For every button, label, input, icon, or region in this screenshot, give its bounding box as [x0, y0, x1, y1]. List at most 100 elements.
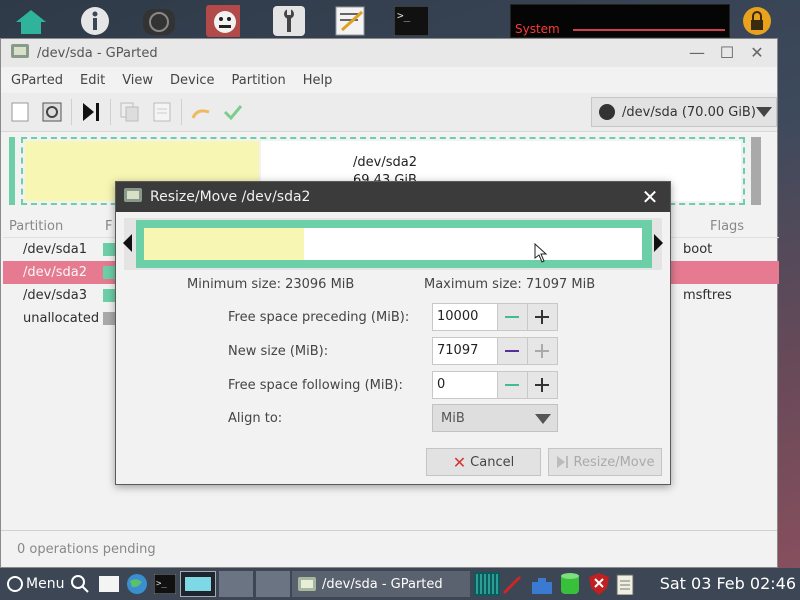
- plus-icon: [535, 378, 550, 392]
- browser-globe-icon[interactable]: [126, 572, 148, 596]
- chevron-down-icon: [535, 414, 551, 424]
- storage-drive-icon[interactable]: [560, 572, 580, 596]
- row-partition-name: /dev/sda3: [23, 288, 87, 303]
- window-titlebar[interactable]: /dev/sda - GParted — ☐ ✕: [1, 39, 777, 67]
- menu-logo-icon: [7, 576, 23, 592]
- svg-text:>_: >_: [397, 9, 411, 22]
- resize-partition-bar[interactable]: [136, 220, 652, 268]
- taskbar-task-gparted[interactable]: /dev/sda - GParted: [292, 571, 470, 597]
- terminal-taskbar-icon[interactable]: >_: [154, 572, 176, 596]
- disk-app-icon[interactable]: [142, 6, 176, 36]
- toolbar-separator: [110, 99, 111, 125]
- newsize-label: New size (MiB):: [228, 344, 329, 359]
- clock[interactable]: Sat 03 Feb 02:46: [660, 572, 796, 596]
- workspace-3[interactable]: [256, 571, 290, 597]
- menu-view[interactable]: View: [112, 73, 160, 88]
- preceding-input[interactable]: 10000: [433, 304, 497, 330]
- diskmap-partition-sda1[interactable]: [9, 137, 15, 205]
- system-monitor-label: System: [515, 22, 560, 36]
- settings-wrench-icon[interactable]: [272, 6, 306, 36]
- resize-move-button[interactable]: Resize/Move: [548, 448, 662, 476]
- diskmap-part-name: /dev/sda2: [353, 155, 417, 170]
- files-icon[interactable]: [98, 572, 120, 596]
- diskmap-unallocated[interactable]: [751, 137, 761, 205]
- resize-track[interactable]: [123, 218, 663, 270]
- delete-partition-icon[interactable]: [39, 99, 65, 125]
- resize-handle-right-icon[interactable]: [654, 234, 663, 252]
- preceding-increment-button[interactable]: [526, 304, 557, 330]
- column-partition[interactable]: Partition: [9, 219, 101, 234]
- row-fs-swatch: [103, 266, 115, 279]
- undo-icon[interactable]: [188, 99, 214, 125]
- network-icon[interactable]: [530, 572, 554, 596]
- preceding-spinbox[interactable]: 10000: [432, 303, 558, 331]
- align-label: Align to:: [228, 411, 283, 426]
- row-flags: msftres: [683, 288, 732, 303]
- workspace-2[interactable]: [219, 571, 253, 597]
- gparted-task-icon: [298, 577, 316, 591]
- plus-icon: [535, 344, 550, 358]
- newsize-increment-button[interactable]: [526, 338, 557, 364]
- menu-device[interactable]: Device: [160, 73, 221, 88]
- clipboard-icon[interactable]: [616, 572, 634, 596]
- terminal-icon[interactable]: >_: [394, 6, 428, 36]
- shield-icon[interactable]: [588, 572, 610, 596]
- home-icon[interactable]: [14, 6, 48, 36]
- resize-handle-left-icon[interactable]: [123, 234, 132, 252]
- preceding-decrement-button[interactable]: [496, 304, 527, 330]
- device-selector-value: /dev/sda (70.00 GiB): [622, 104, 756, 120]
- menu-partition[interactable]: Partition: [222, 73, 293, 88]
- following-increment-button[interactable]: [526, 372, 557, 398]
- resize-move-icon[interactable]: [78, 99, 104, 125]
- app-icon: [11, 44, 29, 62]
- status-bar: 0 operations pending: [1, 530, 777, 567]
- resize-move-icon: [556, 456, 568, 468]
- info-icon[interactable]: [78, 6, 112, 36]
- dialog-titlebar[interactable]: Resize/Move /dev/sda2 ✕: [116, 182, 670, 212]
- network-graph-icon: [474, 572, 500, 596]
- lock-icon[interactable]: [740, 6, 774, 36]
- toolbar: /dev/sda (70.00 GiB): [1, 93, 777, 132]
- copy-icon[interactable]: [117, 99, 143, 125]
- paste-icon[interactable]: [149, 99, 175, 125]
- workspace-window-thumb: [184, 576, 212, 592]
- gparted-launcher-icon[interactable]: [206, 5, 240, 37]
- newsize-input[interactable]: 71097: [433, 338, 497, 364]
- min-size-label: Minimum size: 23096 MiB: [187, 277, 355, 292]
- minimize-icon[interactable]: —: [687, 43, 707, 63]
- cancel-button[interactable]: ✕ Cancel: [426, 448, 541, 476]
- menu-edit[interactable]: Edit: [70, 73, 112, 88]
- dialog-title: Resize/Move /dev/sda2: [150, 189, 311, 205]
- text-editor-icon[interactable]: [334, 6, 368, 36]
- newsize-decrement-button[interactable]: [496, 338, 527, 364]
- align-combo[interactable]: MiB: [432, 404, 558, 432]
- minus-icon: [505, 384, 520, 386]
- row-partition-name: unallocated: [23, 311, 100, 326]
- menu-bar: GParted Edit View Device Partition Help: [1, 67, 777, 93]
- following-spinbox[interactable]: 0: [432, 371, 558, 399]
- toolbar-separator: [71, 99, 72, 125]
- row-partition-name: /dev/sda1: [23, 242, 87, 257]
- column-filesystem[interactable]: F: [105, 219, 112, 234]
- following-input[interactable]: 0: [433, 372, 497, 398]
- following-decrement-button[interactable]: [496, 372, 527, 398]
- menu-gparted[interactable]: GParted: [1, 73, 70, 88]
- pen-tool-icon[interactable]: [502, 572, 524, 596]
- new-partition-icon[interactable]: [7, 99, 33, 125]
- menu-button[interactable]: Menu: [4, 572, 64, 596]
- row-fs-swatch: [103, 312, 115, 325]
- newsize-spinbox[interactable]: 71097: [432, 337, 558, 365]
- apply-icon[interactable]: [220, 99, 246, 125]
- window-close-icon[interactable]: ✕: [747, 43, 767, 63]
- device-selector[interactable]: /dev/sda (70.00 GiB): [591, 97, 777, 127]
- maximize-icon[interactable]: ☐: [717, 43, 737, 63]
- align-value: MiB: [441, 410, 465, 426]
- search-icon[interactable]: [70, 572, 90, 596]
- system-monitor-widget: System: [510, 4, 730, 38]
- desktop-launcher-bar: >_ System: [0, 0, 800, 40]
- column-flags[interactable]: Flags: [710, 219, 744, 234]
- workspace-1[interactable]: [180, 571, 216, 597]
- menu-help[interactable]: Help: [293, 73, 340, 88]
- resize-move-dialog: Resize/Move /dev/sda2 ✕ Minimum size: 23…: [115, 181, 671, 485]
- dialog-close-icon[interactable]: ✕: [638, 185, 662, 209]
